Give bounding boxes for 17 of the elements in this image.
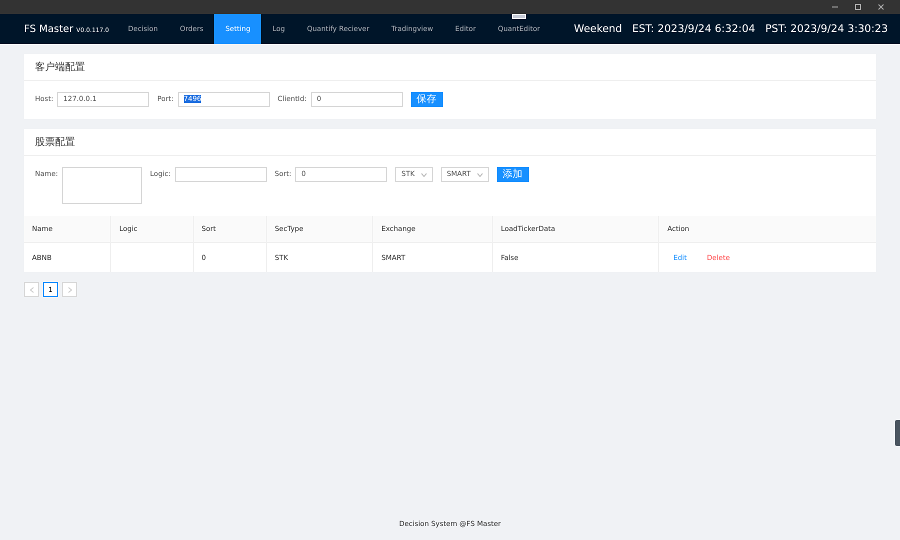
previous-page-button[interactable] <box>24 282 39 297</box>
chevron-right-icon <box>68 286 72 292</box>
chevron-down-icon <box>420 172 427 176</box>
app-name: FS Master <box>24 24 74 34</box>
maximize-icon[interactable] <box>854 3 862 11</box>
name-textarea[interactable] <box>62 167 142 204</box>
card-title: 股票配置 <box>35 136 75 149</box>
chevron-left-icon <box>30 286 34 292</box>
est-time: EST: 2023/9/24 6:32:04 <box>632 23 756 35</box>
side-handle-icon[interactable] <box>895 420 900 446</box>
input-field[interactable] <box>174 167 267 182</box>
card-title: 客户端配置 <box>35 60 85 74</box>
day-label: Weekend <box>574 23 622 35</box>
next-page-button[interactable] <box>62 282 77 297</box>
close-icon[interactable] <box>877 3 885 11</box>
pst-time: PST: 2023/9/24 3:30:23 <box>765 23 888 35</box>
chevron-down-icon <box>476 172 483 176</box>
